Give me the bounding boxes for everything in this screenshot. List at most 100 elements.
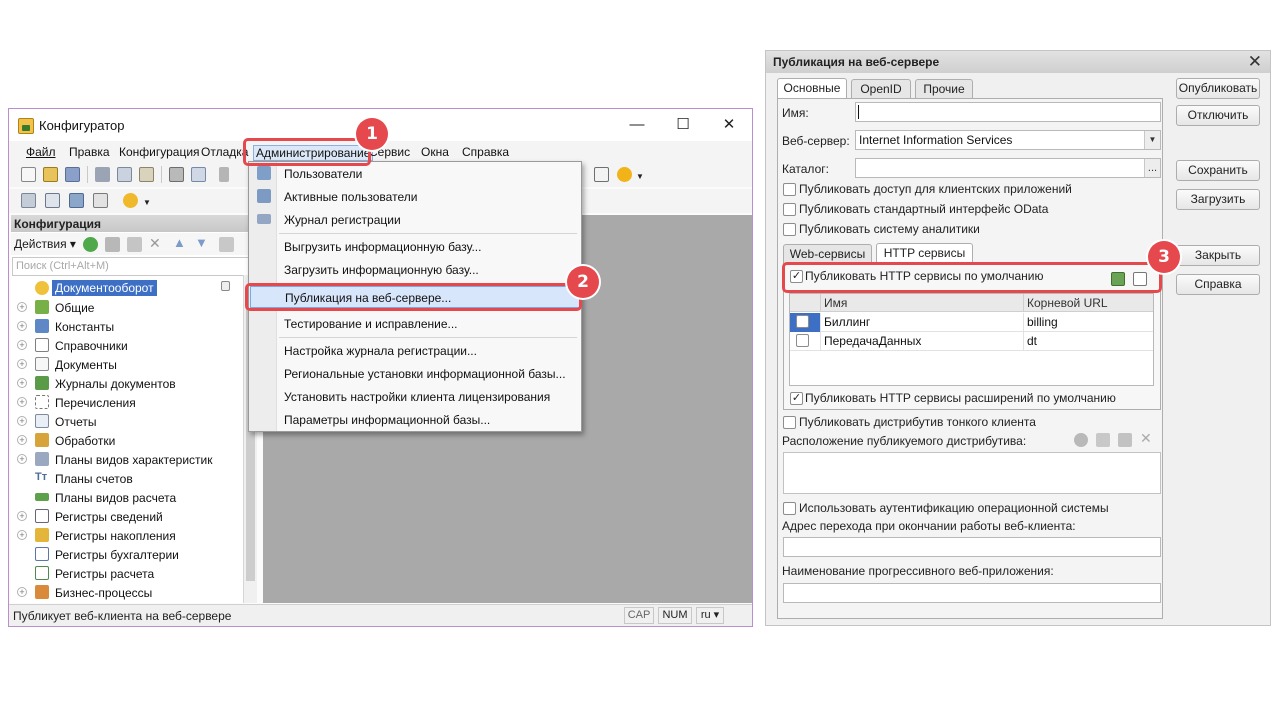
- delete-icon[interactable]: ✕: [1140, 430, 1154, 446]
- name-input[interactable]: [855, 102, 1161, 122]
- expand-icon[interactable]: +: [17, 511, 27, 521]
- row-checkbox[interactable]: [796, 315, 809, 328]
- tree-item[interactable]: + Регистры накопления: [11, 526, 243, 545]
- service-url[interactable]: dt: [1023, 332, 1153, 351]
- tab-main[interactable]: Основные: [777, 78, 847, 99]
- info-icon[interactable]: [617, 167, 632, 182]
- catalog-input[interactable]: ...: [855, 158, 1161, 178]
- save-icon[interactable]: [65, 167, 80, 182]
- tab-http-services[interactable]: HTTP сервисы: [876, 243, 973, 264]
- help-button[interactable]: Справка: [1176, 274, 1260, 295]
- menu-item-active-users[interactable]: Активные пользователи: [250, 186, 580, 208]
- tree-item[interactable]: + Планы видов характеристик: [11, 450, 243, 469]
- menu-item-license-client-settings[interactable]: Установить настройки клиента лицензирова…: [250, 386, 580, 408]
- expand-icon[interactable]: +: [17, 454, 27, 464]
- menu-item-load-infobase[interactable]: Загрузить информационную базу...: [250, 259, 580, 281]
- maximize-button[interactable]: ☐: [661, 113, 705, 137]
- dialog-close-icon[interactable]: ✕: [1248, 52, 1262, 72]
- menu-item-test-repair[interactable]: Тестирование и исправление...: [250, 313, 580, 335]
- browse-button[interactable]: ...: [1144, 159, 1160, 177]
- tree-item[interactable]: Регистры бухгалтерии: [11, 545, 243, 564]
- open-icon[interactable]: [43, 167, 58, 182]
- new-icon[interactable]: [21, 167, 36, 182]
- load-button[interactable]: Загрузить: [1176, 189, 1260, 210]
- chevron-down-icon[interactable]: ▼: [1144, 131, 1160, 149]
- menu-item-regional-settings[interactable]: Региональные установки информационной ба…: [250, 363, 580, 385]
- expand-icon[interactable]: +: [17, 530, 27, 540]
- add-icon[interactable]: [1074, 433, 1088, 447]
- distrib-list[interactable]: [783, 452, 1161, 494]
- menu-windows[interactable]: Окна: [421, 145, 449, 159]
- menu-configuration[interactable]: Конфигурация: [119, 145, 200, 159]
- expand-icon[interactable]: +: [17, 587, 27, 597]
- menu-item-dump-infobase[interactable]: Выгрузить информационную базу...: [250, 236, 580, 258]
- print-icon[interactable]: [169, 167, 184, 182]
- tree-item[interactable]: + Общие: [11, 298, 243, 317]
- table-icon[interactable]: [93, 193, 108, 208]
- table-row[interactable]: ПередачаДанных dt: [790, 332, 1153, 351]
- undo-icon[interactable]: [219, 167, 229, 182]
- menu-item-event-log[interactable]: Журнал регистрации: [250, 209, 580, 231]
- grid-header-url[interactable]: Корневой URL: [1023, 294, 1153, 312]
- close-button[interactable]: Закрыть: [1176, 245, 1260, 266]
- tree-item[interactable]: Регистры расчета: [11, 564, 243, 583]
- tree-item[interactable]: + Регистры сведений: [11, 507, 243, 526]
- expand-icon[interactable]: +: [17, 359, 27, 369]
- paste-icon[interactable]: [139, 167, 154, 182]
- menu-item-users[interactable]: Пользователи: [250, 163, 580, 185]
- menu-help[interactable]: Справка: [462, 145, 509, 159]
- minimize-button[interactable]: —: [615, 113, 659, 137]
- expand-icon[interactable]: +: [17, 302, 27, 312]
- move-up-icon[interactable]: ▲: [173, 235, 188, 250]
- add-icon[interactable]: [83, 237, 98, 252]
- publish-analytics-checkbox[interactable]: [783, 223, 796, 236]
- exit-address-input[interactable]: [783, 537, 1161, 557]
- publish-odata-checkbox[interactable]: [783, 203, 796, 216]
- os-auth-checkbox[interactable]: [783, 502, 796, 515]
- tree-item[interactable]: + Справочники: [11, 336, 243, 355]
- expand-icon[interactable]: +: [17, 378, 27, 388]
- expand-icon[interactable]: +: [17, 416, 27, 426]
- tree-item[interactable]: + Перечисления: [11, 393, 243, 412]
- save-button[interactable]: Сохранить: [1176, 160, 1260, 181]
- tree-item[interactable]: + Обработки: [11, 431, 243, 450]
- tree-search-input[interactable]: Поиск (Ctrl+Alt+M): [12, 257, 254, 276]
- tree-item[interactable]: + Константы: [11, 317, 243, 336]
- pwa-name-input[interactable]: [783, 583, 1161, 603]
- row-checkbox[interactable]: [796, 334, 809, 347]
- grid-header-name[interactable]: Имя: [820, 294, 1023, 312]
- tab-openid[interactable]: OpenID: [851, 79, 911, 99]
- tree-item[interactable]: + Бизнес-процессы: [11, 583, 243, 602]
- table-row[interactable]: Биллинг billing: [790, 313, 1153, 332]
- chevron-down-icon[interactable]: ▼: [636, 172, 644, 181]
- menu-item-log-settings[interactable]: Настройка журнала регистрации...: [250, 340, 580, 362]
- menu-file[interactable]: Файл: [26, 145, 56, 159]
- service-url[interactable]: billing: [1023, 313, 1153, 332]
- tab-web-services[interactable]: Web-сервисы: [783, 244, 872, 264]
- menu-debug[interactable]: Отладка: [201, 145, 248, 159]
- tree-item[interactable]: + Журналы документов: [11, 374, 243, 393]
- copy-item-icon[interactable]: [127, 237, 142, 252]
- menu-edit[interactable]: Правка: [69, 145, 110, 159]
- expand-icon[interactable]: +: [17, 321, 27, 331]
- move-down-icon[interactable]: ▼: [195, 235, 210, 250]
- chevron-down-icon[interactable]: ▼: [143, 198, 151, 207]
- expand-icon[interactable]: +: [17, 435, 27, 445]
- copy-icon[interactable]: [117, 167, 132, 182]
- expand-icon[interactable]: +: [17, 340, 27, 350]
- language-selector[interactable]: ru ▾: [696, 607, 724, 624]
- sort-icon[interactable]: [219, 237, 234, 252]
- preview-icon[interactable]: [191, 167, 206, 182]
- webserver-select[interactable]: Internet Information Services ▼: [855, 130, 1161, 150]
- tree-item[interactable]: Планы видов расчета: [11, 488, 243, 507]
- http-ext-checkbox[interactable]: ✓: [790, 392, 803, 405]
- delete-icon[interactable]: ✕: [149, 235, 164, 251]
- modules-icon[interactable]: [21, 193, 36, 208]
- tree-item[interactable]: Тт Планы счетов: [11, 469, 243, 488]
- publish-client-apps-checkbox[interactable]: [783, 183, 796, 196]
- database-icon[interactable]: [69, 193, 84, 208]
- syntax-helper-icon[interactable]: [594, 167, 609, 182]
- cut-icon[interactable]: [95, 167, 110, 182]
- compare-icon[interactable]: [45, 193, 60, 208]
- menu-item-infobase-parameters[interactable]: Параметры информационной базы...: [250, 409, 580, 431]
